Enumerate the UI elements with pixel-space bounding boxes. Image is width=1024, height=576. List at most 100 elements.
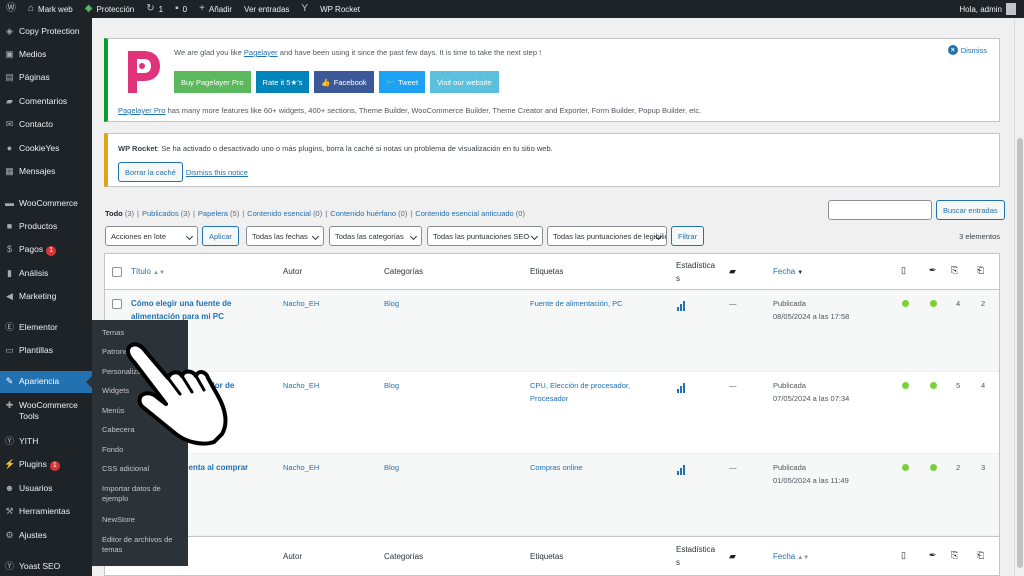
sort-icon: ▲▼ — [797, 555, 810, 561]
submenu-item-css-adicional[interactable]: CSS adicional — [102, 464, 184, 474]
date-filter-select[interactable]: Todas las fechas — [245, 226, 324, 246]
add-new-link[interactable]: + Añadir — [193, 0, 238, 18]
view-posts-link[interactable]: Ver entradas — [238, 0, 295, 18]
sidebar-item-copy-protection[interactable]: ◈ Copy Protection — [0, 26, 92, 37]
footer-outgoing-links-icon[interactable]: ⎗ — [977, 550, 984, 561]
shield-icon: ◈ — [6, 26, 13, 36]
footer-readability-icon[interactable]: ✒ — [929, 550, 937, 561]
submenu-item-importar-datos[interactable]: Importar datos de ejemplo — [102, 484, 184, 504]
incoming-links-icon[interactable]: ⎘ — [951, 265, 958, 276]
bulk-actions-select[interactable]: Acciones en lote — [105, 226, 198, 246]
site-name-link[interactable]: ⌂ Mark web — [22, 0, 79, 18]
tweet-button[interactable]: 🐦 Tweet — [378, 71, 426, 93]
pagelayer-pro-link[interactable]: Pagelayer Pro — [118, 106, 166, 115]
submenu-item-temas[interactable]: Temas — [102, 328, 184, 338]
view-published[interactable]: Publicados (3) — [142, 209, 190, 218]
sidebar-item-woocommerce-tools[interactable]: ✚ WooCommerce Tools — [0, 400, 92, 422]
post-category-link[interactable]: Blog — [384, 297, 399, 310]
facebook-button[interactable]: 👍 Facebook — [314, 71, 374, 93]
comment-column-icon[interactable]: ▰ — [729, 266, 736, 277]
seo-score-filter-select[interactable]: Todas las puntuaciones SEO — [426, 226, 543, 246]
pagelayer-link[interactable]: Pagelayer — [244, 48, 278, 57]
search-input[interactable] — [828, 200, 932, 220]
wp-rocket-link[interactable]: WP Rocket — [314, 0, 366, 18]
footer-seo-score-icon[interactable]: ▯ — [901, 550, 906, 561]
column-categories: Categorías — [384, 267, 424, 276]
sidebar-item-woocommerce[interactable]: ▬ WooCommerce — [0, 198, 92, 209]
footer-incoming-links-icon[interactable]: ⎘ — [951, 550, 958, 561]
yith-icon: Ⓨ — [4, 436, 14, 446]
view-stale-cornerstone[interactable]: Contenido esencial anticuado (0) — [415, 209, 525, 218]
view-trash[interactable]: Papelera (5) — [198, 209, 239, 218]
clear-cache-button[interactable]: Borrar la caché — [118, 162, 183, 182]
pagelayer-dismiss-button[interactable]: × Dismiss — [947, 45, 987, 55]
post-tags-link[interactable]: Compras online — [530, 461, 640, 474]
category-filter-select[interactable]: Todas las categorías — [328, 226, 422, 246]
seo-score-icon[interactable]: ▯ — [901, 265, 906, 276]
stats-icon[interactable] — [677, 383, 685, 393]
scrollbar-thumb[interactable] — [1017, 138, 1023, 568]
account-menu[interactable]: Hola, admin — [959, 3, 1024, 15]
sidebar-item-pagos[interactable]: $ Pagos 1 — [0, 244, 92, 256]
sidebar-item-elementor[interactable]: Ⓔ Elementor — [0, 322, 92, 333]
post-category-link[interactable]: Blog — [384, 461, 399, 474]
row-checkbox[interactable] — [112, 299, 122, 309]
footer-comment-icon[interactable]: ▰ — [729, 551, 736, 562]
post-tags-link[interactable]: Fuente de alimentación, PC — [530, 297, 650, 310]
column-title[interactable]: Título ▲▼ — [131, 265, 165, 280]
wordpress-logo[interactable]: Ⓦ — [0, 0, 22, 18]
footer-column-tags: Etiquetas — [530, 552, 564, 561]
page-scrollbar[interactable] — [1014, 18, 1024, 576]
footer-column-date[interactable]: Fecha ▲▼ — [773, 550, 809, 565]
stats-icon[interactable] — [677, 465, 685, 475]
sidebar-item-ajustes[interactable]: ⚙ Ajustes — [0, 530, 92, 541]
readability-dot — [930, 300, 937, 307]
visit-website-button[interactable]: Visit our website — [430, 71, 499, 93]
outgoing-links-icon[interactable]: ⎗ — [977, 265, 984, 276]
select-all-checkbox[interactable] — [112, 267, 122, 277]
submenu-item-editor-temas[interactable]: Editor de archivos de temas — [102, 535, 184, 555]
sidebar-item-yith[interactable]: Ⓨ YITH — [0, 436, 92, 447]
search-posts-button[interactable]: Buscar entradas — [936, 200, 1005, 220]
sidebar-item-medios[interactable]: ▣ Medios — [0, 49, 92, 60]
readability-filter-select[interactable]: Todas las puntuaciones de legibilidad — [546, 226, 667, 246]
column-date[interactable]: Fecha ▼ — [773, 265, 803, 280]
seo-score-dot — [902, 464, 909, 471]
sidebar-item-yoast-seo[interactable]: Ⓨ Yoast SEO — [0, 561, 92, 572]
sidebar-item-paginas[interactable]: ▤ Páginas — [0, 72, 92, 83]
comments-link[interactable]: ▪ 0 — [169, 0, 193, 18]
sidebar-item-marketing[interactable]: ◀ Marketing — [0, 291, 92, 302]
post-category-link[interactable]: Blog — [384, 379, 399, 392]
sidebar-item-plantillas[interactable]: ▭ Plantillas — [0, 345, 92, 356]
seo-score-dot — [902, 300, 909, 307]
sidebar-item-mensajes[interactable]: ▦ Mensajes — [0, 166, 92, 177]
updates-link[interactable]: ↻ 1 — [140, 0, 169, 18]
post-author-link[interactable]: Nacho_EH — [283, 461, 319, 474]
sidebar-item-herramientas[interactable]: ⚒ Herramientas — [0, 506, 92, 517]
view-all[interactable]: Todo (3) — [105, 209, 134, 218]
filter-button[interactable]: Filtrar — [670, 226, 705, 246]
view-cornerstone[interactable]: Contenido esencial (0) — [247, 209, 322, 218]
post-author-link[interactable]: Nacho_EH — [283, 297, 319, 310]
protection-link[interactable]: ◆ Protección — [79, 0, 141, 18]
readability-icon[interactable]: ✒ — [929, 265, 937, 276]
stats-icon[interactable] — [677, 301, 685, 311]
chart-icon: ▮ — [7, 268, 12, 278]
rate-it-button[interactable]: Rate it 5★'s — [255, 71, 310, 93]
post-author-link[interactable]: Nacho_EH — [283, 379, 319, 392]
dismiss-notice-link[interactable]: Dismiss this notice — [186, 168, 248, 177]
view-orphaned[interactable]: Contenido huérfano (0) — [330, 209, 407, 218]
apply-button[interactable]: Aplicar — [202, 226, 239, 246]
sidebar-item-contacto[interactable]: ✉ Contacto — [0, 119, 92, 130]
sidebar-item-productos[interactable]: ■ Productos — [0, 221, 92, 232]
sidebar-item-usuarios[interactable]: ☻ Usuarios — [0, 483, 92, 494]
post-tags-link[interactable]: CPU, Elección de procesador, Procesador — [530, 379, 640, 405]
sidebar-item-analisis[interactable]: ▮ Análisis — [0, 268, 92, 279]
sidebar-item-comentarios[interactable]: ▰ Comentarios — [0, 96, 92, 107]
submenu-item-newstore[interactable]: NewStore — [102, 515, 184, 525]
sidebar-item-plugins[interactable]: ⚡ Plugins 1 — [0, 459, 92, 471]
buy-pagelayer-pro-button[interactable]: Buy Pagelayer Pro — [174, 71, 251, 93]
sidebar-item-cookieyes[interactable]: ● CookieYes — [0, 143, 92, 154]
sidebar-item-apariencia[interactable]: ✎ Apariencia — [0, 371, 92, 393]
yoast-adminbar-link[interactable]: Y — [295, 0, 314, 18]
